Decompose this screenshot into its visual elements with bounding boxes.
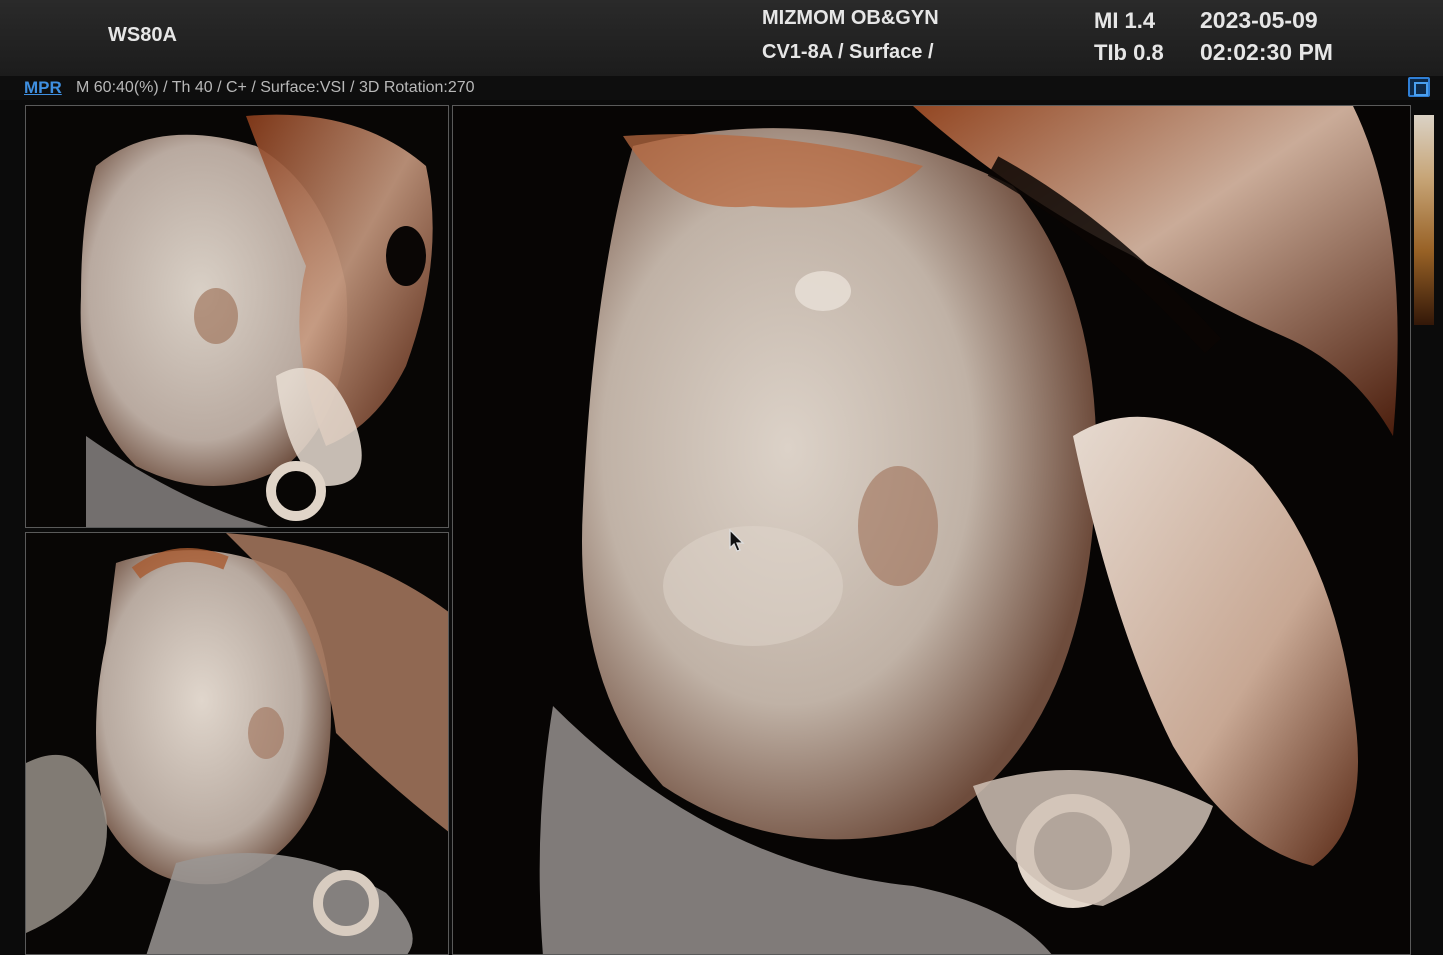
mouse-pointer-icon	[729, 529, 745, 552]
info-bar: MPR M 60:40(%) / Th 40 / C+ / Surface:VS…	[0, 76, 1443, 100]
probe-mode: CV1-8A / Surface /	[762, 41, 934, 63]
render-parameters: M 60:40(%) / Th 40 / C+ / Surface:VSI / …	[76, 79, 475, 96]
fetal-render-bottom-left	[26, 533, 448, 954]
layout-toggle-icon[interactable]	[1408, 77, 1430, 97]
thermal-index-bone: TIb 0.8	[1094, 40, 1164, 65]
mpr-view-bottom-left[interactable]	[25, 532, 449, 955]
mechanical-index: MI 1.4	[1094, 8, 1156, 33]
clinic-name: MIZMOM OB&GYN	[762, 7, 939, 29]
device-model: WS80A	[108, 24, 177, 46]
exam-date: 2023-05-09	[1200, 7, 1318, 33]
exam-time: 02:02:30 PM	[1200, 39, 1333, 65]
volume-render-main-view[interactable]	[452, 105, 1411, 955]
header-bar: WS80A MIZMOM OB&GYN CV1-8A / Surface / M…	[0, 0, 1443, 76]
mpr-view-top-left[interactable]	[25, 105, 449, 528]
fetal-render-top-left	[26, 106, 448, 527]
fetal-render-main	[453, 106, 1410, 954]
ultrasound-screen: WS80A MIZMOM OB&GYN CV1-8A / Surface / M…	[0, 0, 1443, 955]
mpr-mode-link[interactable]: MPR	[24, 78, 62, 98]
gray-color-map-bar	[1414, 115, 1434, 325]
